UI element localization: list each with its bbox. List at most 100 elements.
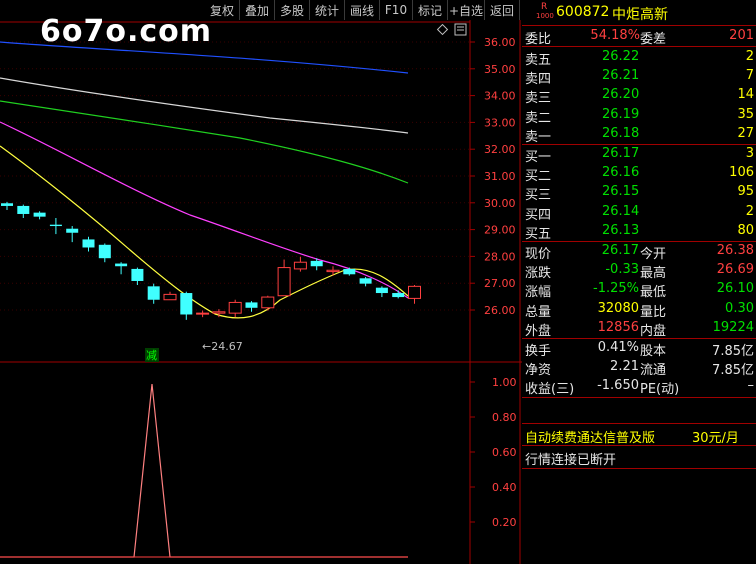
stat-label: 最低 [640, 285, 667, 301]
ask-label: 卖一 [525, 129, 552, 145]
code-badge: R 1000 [536, 2, 554, 20]
toolbar-button[interactable]: +自选 [448, 0, 485, 20]
stat-label: 内盘 [640, 323, 667, 339]
weicha-label: 委差 [640, 32, 667, 47]
stat-value: -1.25% [593, 281, 639, 297]
ask-price: 26.21 [602, 68, 640, 84]
stat-label: 现价 [525, 247, 552, 262]
stat-label: 总量 [525, 304, 552, 320]
fund-label: 股本 [640, 344, 667, 359]
fund-value: 0.41% [597, 340, 639, 355]
fund-value: 7.85亿 [712, 344, 754, 359]
bid-label: 买二 [525, 169, 552, 185]
ask-label: 卖二 [525, 110, 552, 126]
price-tick-label: 36.00 [484, 36, 516, 49]
indicator-tick-label: 1.00 [492, 376, 517, 389]
ask-price: 26.19 [602, 106, 640, 122]
bid-price: 26.15 [602, 184, 640, 200]
fund-value: 7.85亿 [712, 363, 754, 379]
watermark-logo: 6o7o.com [40, 14, 213, 49]
stat-value: 0.30 [725, 300, 754, 316]
stat-value: 12856 [597, 319, 639, 335]
bid-label: 买一 [525, 150, 552, 165]
stat-value: 26.38 [716, 243, 754, 258]
price-tick-label: 35.00 [484, 63, 516, 76]
stat-value: 26.10 [716, 281, 754, 297]
bid-price: 26.16 [602, 165, 640, 181]
fund-label: 换手 [525, 344, 552, 359]
fund-label: 流通 [640, 363, 667, 379]
bid-volume: 2 [745, 203, 754, 219]
weibi-value: 54.18% [590, 28, 640, 43]
ask-price: 26.20 [602, 87, 640, 103]
stock-code: 600872 [556, 4, 610, 20]
indicator-tick-label: 0.80 [492, 411, 517, 424]
bid-volume: 106 [729, 165, 754, 181]
bid-price: 26.13 [602, 222, 640, 238]
price-tick-label: 27.00 [484, 277, 516, 290]
ask-label: 卖三 [525, 91, 552, 107]
bid-label: 买三 [525, 188, 552, 204]
fund-label: PE(动) [640, 382, 680, 398]
promo-text[interactable]: 自动续费通达信普及版 [525, 427, 655, 446]
toolbar-button[interactable]: 叠加 [240, 0, 275, 20]
stat-value: -0.33 [605, 262, 639, 278]
connection-status: 行情连接已断开 [525, 453, 617, 468]
toolbar-button[interactable]: 统计 [310, 0, 345, 20]
indicator-tick-label: 0.20 [492, 516, 517, 529]
weibi-label: 委比 [525, 32, 552, 47]
ask-price: 26.22 [602, 49, 640, 64]
stat-value: 26.17 [601, 243, 639, 258]
price-tick-label: 32.00 [484, 143, 516, 156]
stat-value: 26.69 [716, 262, 754, 278]
promo-price[interactable]: 30元/月 [692, 427, 739, 446]
stat-label: 量比 [640, 304, 667, 320]
stock-name: 中炬高新 [612, 7, 668, 23]
stat-label: 涨跌 [525, 266, 552, 282]
toolbar-button[interactable]: 复权 [205, 0, 240, 20]
low-price-annotation: ←24.67 [202, 340, 243, 353]
toolbar-button[interactable]: 画线 [345, 0, 380, 20]
price-tick-label: 33.00 [484, 116, 516, 129]
bid-volume: 3 [745, 146, 754, 161]
stat-label: 外盘 [525, 323, 552, 339]
toolbar-button[interactable]: 多股 [275, 0, 310, 20]
indicator-tick-label: 0.60 [492, 446, 517, 459]
toolbar-button[interactable]: 标记 [413, 0, 448, 20]
price-tick-label: 31.00 [484, 170, 516, 183]
ask-volume: 14 [737, 87, 754, 103]
bid-volume: 80 [737, 222, 754, 238]
bid-price: 26.17 [602, 146, 640, 161]
fund-value: – [747, 378, 755, 394]
ask-label: 卖四 [525, 72, 552, 88]
price-tick-label: 29.00 [484, 224, 516, 237]
stat-value: 32080 [597, 300, 639, 316]
kline-chart[interactable]: 36.00 35.00 34.00 33.00 32.00 31.00 30.00 29.00… [0, 0, 522, 564]
bid-price: 26.14 [602, 203, 640, 219]
quote-panel: R 1000 600872 中炬高新 委比 54.18% 委差 201 卖五 26… [522, 0, 756, 564]
price-tick-label: 26.00 [484, 304, 516, 317]
fund-label: 净资 [525, 363, 552, 379]
weicha-value: 201 [729, 28, 754, 43]
toolbar-button[interactable]: 返回 [485, 0, 520, 20]
stat-value: 19224 [712, 319, 754, 335]
toolbar-button[interactable]: F10 [380, 0, 413, 20]
signal-label: 减 [146, 349, 157, 362]
ask-volume: 27 [737, 125, 754, 141]
fund-value: -1.650 [597, 378, 639, 394]
candle[interactable] [261, 295, 275, 311]
ask-label: 卖五 [525, 53, 552, 68]
ask-volume: 2 [745, 49, 754, 64]
fund-label: 收益(三) [525, 382, 575, 398]
price-tick-label: 30.00 [484, 197, 516, 210]
ask-volume: 35 [737, 106, 754, 122]
stat-label: 今开 [640, 247, 667, 262]
price-tick-label: 34.00 [484, 90, 516, 103]
bid-label: 买五 [525, 226, 552, 242]
stat-label: 最高 [640, 266, 667, 282]
bid-label: 买四 [525, 207, 552, 223]
ask-price: 26.18 [602, 125, 640, 141]
price-tick-label: 28.00 [484, 250, 516, 263]
ask-volume: 7 [745, 68, 754, 84]
bid-volume: 95 [737, 184, 754, 200]
